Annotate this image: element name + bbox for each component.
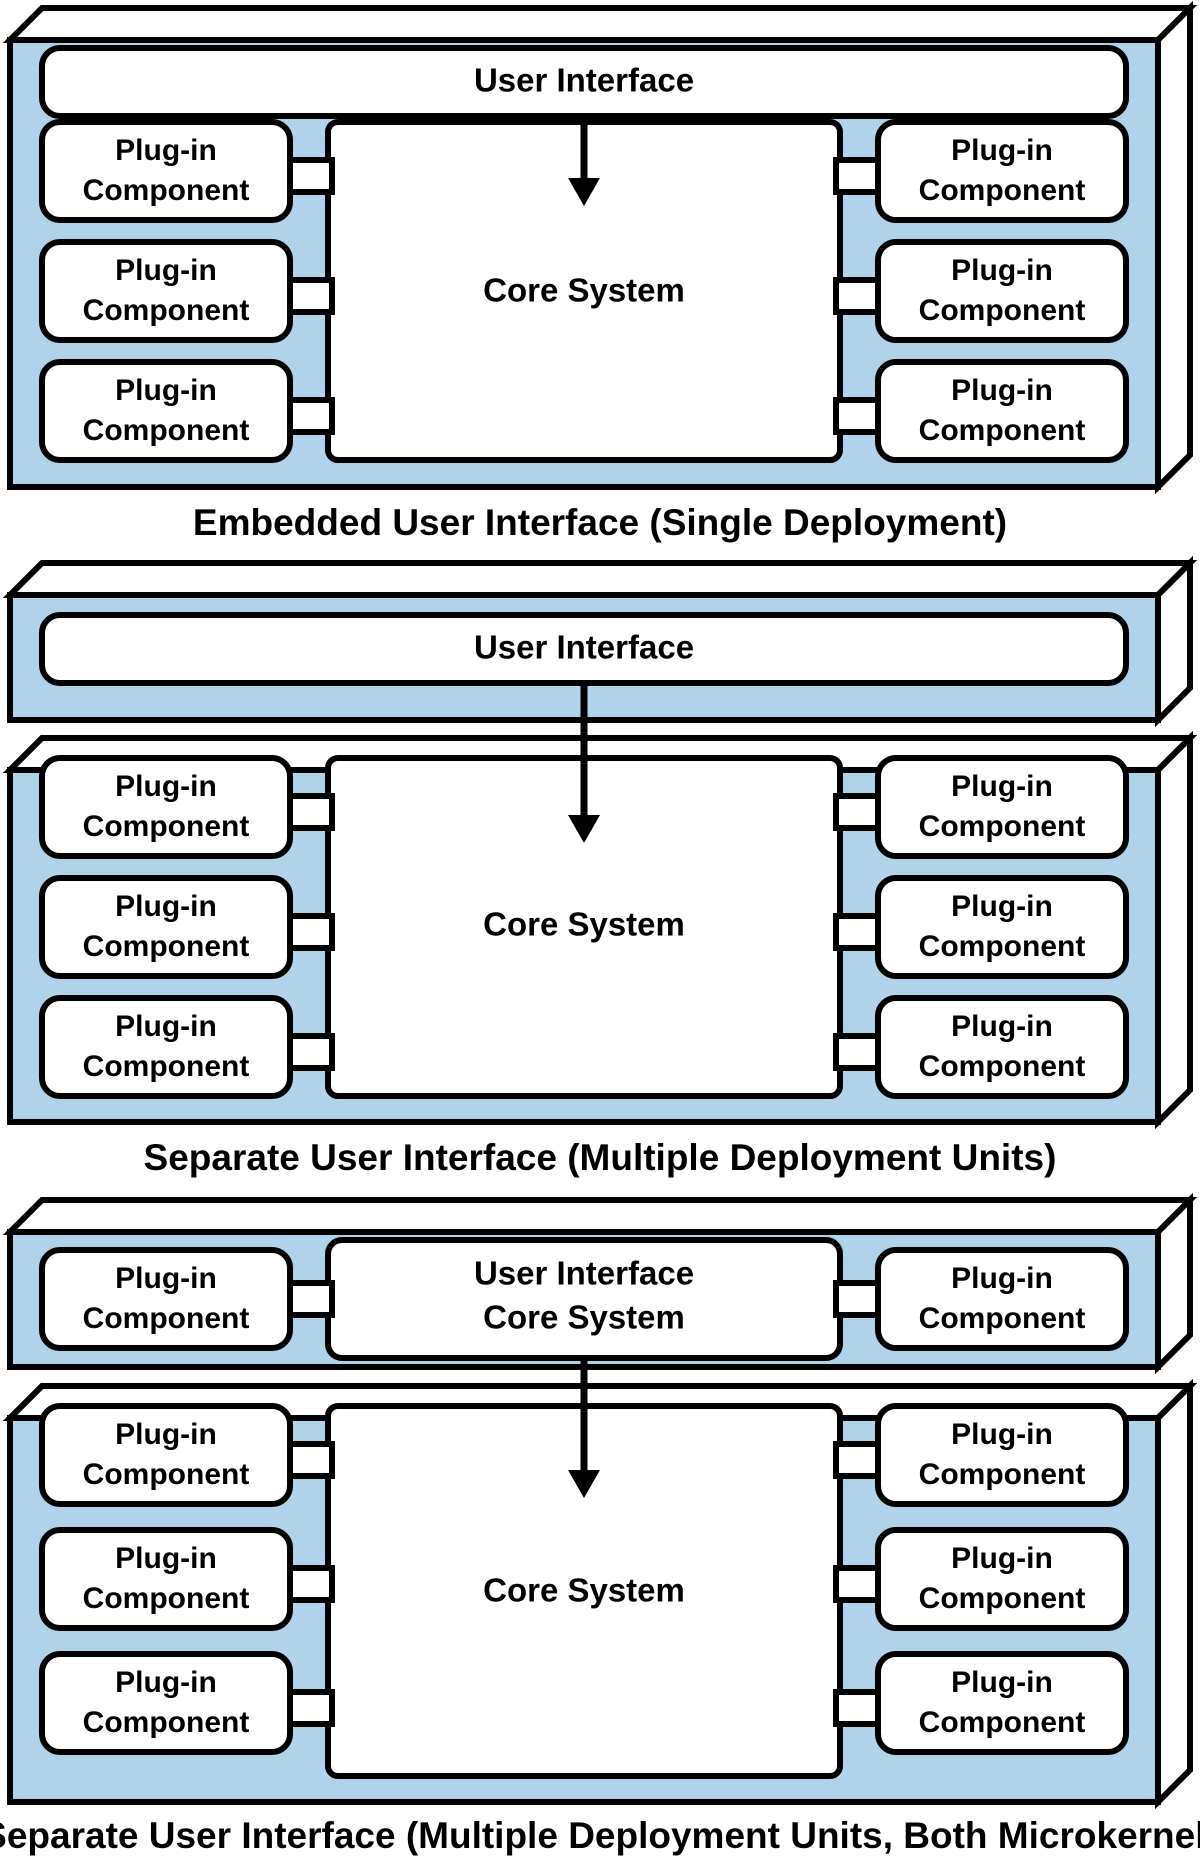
ui-core-label-line2: Core System [483, 1299, 685, 1336]
core-system-label: Core System [483, 272, 685, 309]
plugin-label-line2: Component [919, 294, 1086, 327]
core-deployment-unit-side-face [1155, 1378, 1193, 1810]
plugin-label-line1: Plug-in [115, 1418, 217, 1451]
user-interface-label: User Interface [474, 62, 694, 99]
plugin-label-line2: Component [83, 294, 250, 327]
plugin-label-line1: Plug-in [115, 1666, 217, 1699]
plugin-label-line2: Component [83, 1050, 250, 1083]
figure-root: User Interface Core System Plug-in Compo… [0, 0, 1200, 1861]
plugin-label-line1: Plug-in [115, 770, 217, 803]
plugin-label-line2: Component [919, 414, 1086, 447]
plugin-label-line1: Plug-in [951, 1542, 1053, 1575]
plugin-label-line1: Plug-in [115, 1542, 217, 1575]
deployment-unit-side-face [1155, 0, 1193, 495]
plugin-label-line2: Component [919, 1582, 1086, 1615]
plugin-label-line1: Plug-in [951, 1418, 1053, 1451]
diagram-caption: Embedded User Interface (Single Deployme… [193, 502, 1007, 543]
plugin-label-line2: Component [919, 810, 1086, 843]
user-interface-label: User Interface [474, 629, 694, 666]
plugin-label-line2: Component [919, 174, 1086, 207]
plugin-label-line2: Component [83, 1302, 250, 1335]
plugin-label-line1: Plug-in [115, 1010, 217, 1043]
ui-deployment-unit-top-face [2, 1197, 1198, 1235]
ui-deployment-unit-top-face [2, 560, 1198, 598]
plugin-label-line1: Plug-in [115, 1262, 217, 1295]
diagram-both-microkernel: User Interface Core System Plug-in Compo… [0, 1192, 1200, 1856]
plugin-label-line1: Plug-in [951, 770, 1053, 803]
ui-core-label-line1: User Interface [474, 1255, 694, 1292]
plugin-label-line1: Plug-in [951, 1010, 1053, 1043]
plugin-label-line2: Component [83, 1458, 250, 1491]
plugin-label-line2: Component [919, 930, 1086, 963]
diagram-caption: Separate User Interface (Multiple Deploy… [144, 1137, 1057, 1178]
plugin-label-line1: Plug-in [951, 374, 1053, 407]
plugin-label-line1: Plug-in [951, 890, 1053, 923]
diagram-separate-user-interface: User Interface Core System Plug-in Compo… [2, 555, 1198, 1178]
plugin-label-line2: Component [83, 414, 250, 447]
plugin-label-line2: Component [83, 174, 250, 207]
plugin-label-line2: Component [83, 1706, 250, 1739]
plugin-label-line1: Plug-in [951, 254, 1053, 287]
plugin-label-line1: Plug-in [115, 374, 217, 407]
plugin-label-line2: Component [83, 810, 250, 843]
plugin-label-line1: Plug-in [951, 1666, 1053, 1699]
ui-deployment-unit-side-face [1155, 555, 1193, 728]
plugin-label-line2: Component [919, 1706, 1086, 1739]
diagram-caption: Separate User Interface (Multiple Deploy… [0, 1815, 1200, 1856]
core-system-label: Core System [483, 1572, 685, 1609]
diagram-embedded-user-interface: User Interface Core System Plug-in Compo… [2, 0, 1198, 543]
core-deployment-unit-side-face [1155, 730, 1193, 1130]
ui-deployment-unit-side-face [1155, 1192, 1193, 1375]
plugin-label-line2: Component [919, 1050, 1086, 1083]
plugin-label-line1: Plug-in [951, 1262, 1053, 1295]
core-system-label: Core System [483, 906, 685, 943]
plugin-label-line1: Plug-in [115, 890, 217, 923]
plugin-label-line2: Component [83, 1582, 250, 1615]
plugin-label-line2: Component [919, 1302, 1086, 1335]
plugin-label-line1: Plug-in [115, 254, 217, 287]
deployment-unit-top-face [2, 5, 1198, 43]
plugin-label-line1: Plug-in [115, 134, 217, 167]
plugin-label-line2: Component [919, 1458, 1086, 1491]
plugin-label-line2: Component [83, 930, 250, 963]
plugin-label-line1: Plug-in [951, 134, 1053, 167]
